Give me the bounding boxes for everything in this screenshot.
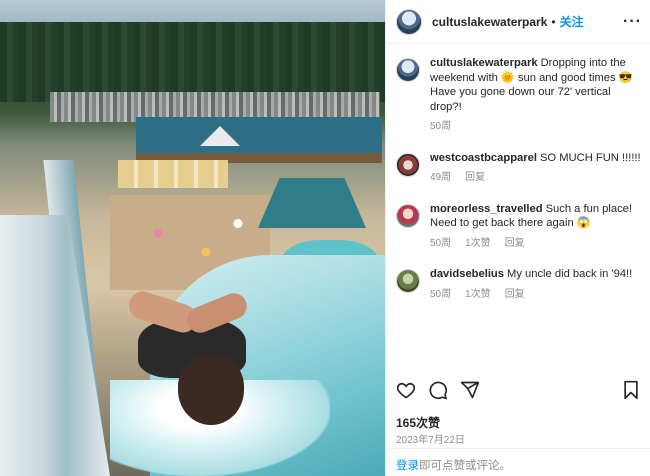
instagram-post: cultuslakewaterpark • 关注 ··· cultuslakew… [0,0,650,476]
caption: cultuslakewaterpark Dropping into the wee… [396,56,644,135]
comment-username[interactable]: westcoastbcapparel [430,152,537,164]
reply-button[interactable]: 回复 [465,171,485,186]
list-item: davidsebelius My uncle did back in '94!! … [396,267,644,302]
photo-lodge [136,117,382,163]
post-header: cultuslakewaterpark • 关注 ··· [386,0,650,44]
comment-time[interactable]: 49周 [430,171,451,186]
comment-likes[interactable]: 1次赞 [465,288,491,303]
comment-username[interactable]: moreorless_travelled [430,203,543,215]
login-prompt-text: 即可点赞或评论。 [419,460,511,472]
like-count[interactable]: 165次赞 [396,414,440,431]
login-link[interactable]: 登录 [396,460,419,472]
avatar[interactable] [396,8,422,35]
comment-list: cultuslakewaterpark Dropping into the wee… [396,56,644,302]
avatar[interactable] [396,269,420,293]
reply-button[interactable]: 回复 [505,288,525,303]
comment-time[interactable]: 50周 [430,288,451,303]
more-options-icon[interactable]: ··· [623,13,642,31]
avatar[interactable] [396,58,420,82]
comment-likes[interactable]: 1次赞 [465,237,491,252]
post-side-panel: cultuslakewaterpark • 关注 ··· cultuslakew… [385,0,650,476]
caption-username[interactable]: cultuslakewaterpark [430,57,538,69]
photo-forest [0,22,385,102]
share-icon[interactable] [460,380,480,400]
post-date[interactable]: 2023年7月22日 [396,431,465,446]
avatar[interactable] [396,203,420,228]
bookmark-icon[interactable] [622,380,640,400]
comment-text: SO MUCH FUN !!!!!! [539,151,641,164]
comment-text: My uncle did back in '94!! [507,268,633,280]
photo-left-slide [0,215,110,476]
caption-time[interactable]: 50周 [430,120,451,135]
follow-button[interactable]: 关注 [560,13,584,30]
list-item: westcoastbcapparel SO MUCH FUN !!!!!! 49周… [396,151,644,186]
post-photo[interactable] [0,0,385,476]
photo-rider-head [178,355,244,425]
comment-time[interactable]: 50周 [430,237,451,252]
comment-username[interactable]: davidsebelius [430,268,504,280]
author-username[interactable]: cultuslakewaterpark [432,15,547,29]
avatar[interactable] [396,152,420,177]
separator-dot: • [551,14,556,29]
photo-umbrellas [118,160,228,188]
heart-icon[interactable] [396,380,416,400]
login-prompt: 登录即可点赞或评论。 [386,448,650,476]
photo-pavilion [258,178,366,228]
comment-icon[interactable] [428,380,448,400]
list-item: moreorless_travelled Such a fun place! Ne… [396,202,644,252]
action-bar [396,380,640,402]
reply-button[interactable]: 回复 [505,237,525,252]
